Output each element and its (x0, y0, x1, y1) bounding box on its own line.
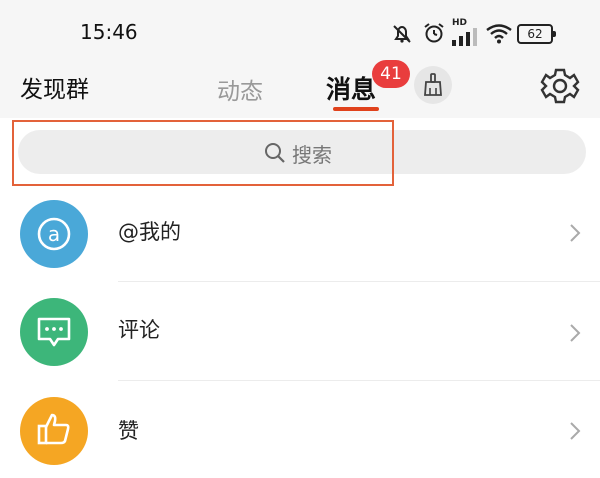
signal-icon (452, 28, 477, 46)
status-time: 15:46 (80, 20, 138, 44)
divider (118, 281, 600, 282)
mentions-avatar: a (20, 200, 88, 268)
discover-groups-link[interactable]: 发现群 (20, 70, 89, 104)
list-item-label: 评论 (118, 318, 160, 342)
comments-avatar (20, 298, 88, 366)
search-area: 搜索 (0, 118, 600, 194)
list-item-label: @我的 (118, 220, 181, 244)
broom-icon (424, 73, 442, 96)
list-item-mentions[interactable]: a @我的 (0, 185, 600, 281)
svg-text:a: a (48, 222, 60, 246)
list-item-comments[interactable]: 评论 (0, 283, 600, 379)
wifi-icon (486, 24, 512, 44)
chevron-right-icon (570, 224, 581, 242)
chevron-right-icon (570, 324, 581, 342)
likes-avatar (20, 397, 88, 465)
tab-dynamic[interactable]: 动态 (217, 72, 263, 106)
list-item-likes[interactable]: 赞 (0, 382, 600, 478)
at-icon: a (37, 217, 71, 251)
battery-indicator: 62 (517, 24, 556, 44)
chevron-right-icon (570, 422, 581, 440)
network-label: HD (452, 18, 468, 28)
comment-icon (37, 317, 71, 347)
active-tab-indicator (333, 107, 379, 111)
alarm-icon (424, 23, 444, 43)
gear-icon[interactable] (540, 66, 580, 106)
mute-icon (393, 25, 411, 43)
clean-button[interactable] (414, 66, 452, 104)
status-bar: 15:46 HD 62 (0, 0, 600, 64)
tab-messages[interactable]: 消息 (326, 70, 376, 106)
thumbs-up-icon (37, 413, 70, 445)
top-nav: 发现群 动态 消息 41 (0, 60, 600, 118)
list-item-label: 赞 (118, 419, 139, 443)
unread-badge: 41 (372, 60, 410, 88)
status-icons: HD 62 (390, 18, 560, 48)
divider (118, 380, 600, 381)
search-highlight-box (12, 120, 394, 186)
